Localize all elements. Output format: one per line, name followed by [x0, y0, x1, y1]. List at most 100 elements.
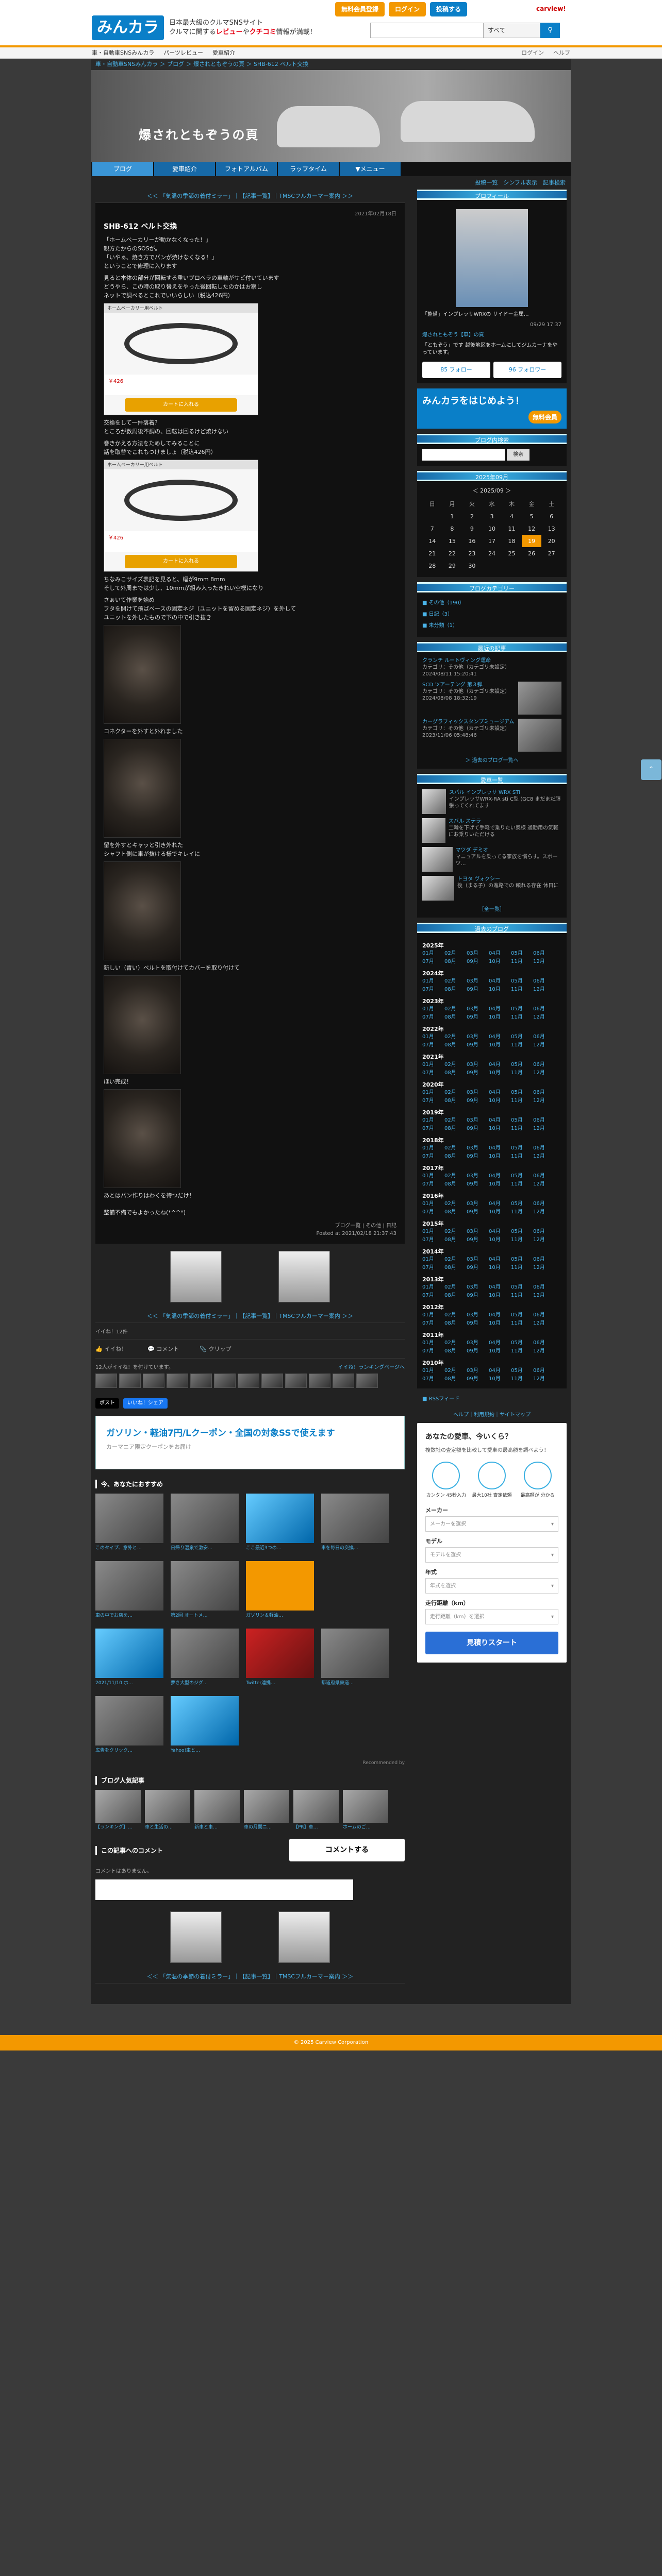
archive-month[interactable]: 07月 — [422, 1041, 444, 1049]
blog-search-input[interactable] — [422, 449, 505, 461]
archive-month[interactable]: 11月 — [511, 986, 533, 994]
archive-month[interactable]: 09月 — [467, 1013, 489, 1022]
recommend-item[interactable] — [321, 1561, 389, 1619]
blog-search-button[interactable]: 検索 — [507, 449, 529, 461]
subnav-item[interactable]: 愛車紹介 — [212, 47, 235, 58]
calendar-day[interactable]: 2 — [462, 510, 482, 522]
archive-month[interactable]: 06月 — [533, 950, 555, 958]
archive-month[interactable]: 01月 — [422, 1172, 444, 1180]
archive-month[interactable]: 09月 — [467, 1069, 489, 1077]
archive-month[interactable]: 02月 — [444, 1256, 467, 1264]
category-item[interactable]: ■ その他（190） — [422, 598, 561, 609]
calendar-day[interactable]: 1 — [442, 510, 462, 522]
archive-month[interactable]: 11月 — [511, 1347, 533, 1355]
calendar-day[interactable]: 23 — [462, 547, 482, 560]
archive-month[interactable]: 08月 — [444, 1236, 467, 1244]
archive-month[interactable]: 06月 — [533, 1144, 555, 1153]
archive-month[interactable]: 03月 — [467, 1061, 489, 1069]
subnav-item[interactable]: パーツレビュー — [163, 47, 203, 58]
subnav-login[interactable]: ログイン — [521, 47, 544, 58]
archive-month[interactable]: 08月 — [444, 1208, 467, 1216]
archive-month[interactable]: 11月 — [511, 958, 533, 966]
coupon-ad[interactable]: ガソリン・軽油7円/Lクーポン・全国の対象SSで使えます カーマニア限定クーポン… — [95, 1416, 405, 1469]
car-title[interactable]: スバル インプレッサ WRX STI — [449, 789, 561, 796]
archive-month[interactable]: 02月 — [444, 1005, 467, 1013]
archive-month[interactable]: 09月 — [467, 1097, 489, 1105]
archive-month[interactable]: 08月 — [444, 1319, 467, 1328]
recommend-item[interactable]: Yahoo!車と… — [171, 1696, 239, 1754]
archive-month[interactable]: 06月 — [533, 1116, 555, 1125]
archive-month[interactable]: 04月 — [489, 1033, 511, 1041]
calendar-day[interactable]: 28 — [422, 560, 442, 572]
archive-month[interactable]: 07月 — [422, 986, 444, 994]
archive-month[interactable]: 11月 — [511, 1125, 533, 1133]
archive-month[interactable]: 10月 — [489, 1292, 511, 1300]
archive-month[interactable]: 05月 — [511, 1283, 533, 1292]
archive-month[interactable]: 04月 — [489, 1089, 511, 1097]
archive-month[interactable]: 12月 — [533, 958, 555, 966]
archive-month[interactable]: 07月 — [422, 1069, 444, 1077]
archive-month[interactable]: 05月 — [511, 1061, 533, 1069]
archive-month[interactable]: 02月 — [444, 1033, 467, 1041]
archive-month[interactable]: 02月 — [444, 1089, 467, 1097]
archive-month[interactable]: 12月 — [533, 1292, 555, 1300]
archive-month[interactable]: 12月 — [533, 1319, 555, 1328]
article-photo[interactable] — [104, 739, 181, 838]
archive-month[interactable]: 11月 — [511, 1208, 533, 1216]
user-avatar[interactable] — [356, 1374, 378, 1388]
article-photo[interactable] — [104, 861, 181, 960]
archive-month[interactable]: 01月 — [422, 1283, 444, 1292]
archive-month[interactable]: 01月 — [422, 1144, 444, 1153]
scroll-top-button[interactable]: ⌃ — [641, 759, 661, 780]
rss-feed-link[interactable]: ■ RSSフィード — [417, 1394, 567, 1405]
calendar-day[interactable]: 13 — [541, 522, 561, 535]
calendar-day[interactable]: 30 — [462, 560, 482, 572]
archive-month[interactable]: 12月 — [533, 1097, 555, 1105]
next-post-link[interactable]: TMSCフルカーマー案内 ＞＞ — [279, 1973, 353, 1980]
user-avatar[interactable] — [95, 1374, 117, 1388]
next-post-thumb[interactable] — [278, 1911, 330, 1963]
archive-month[interactable]: 01月 — [422, 1005, 444, 1013]
archive-month[interactable]: 06月 — [533, 1061, 555, 1069]
archive-month[interactable]: 11月 — [511, 1153, 533, 1161]
archive-month[interactable]: 10月 — [489, 958, 511, 966]
archive-month[interactable]: 09月 — [467, 1180, 489, 1189]
popular-item[interactable]: 車の月間ニ… — [244, 1790, 289, 1831]
archive-month[interactable]: 07月 — [422, 1292, 444, 1300]
tab-car[interactable]: 愛車紹介 — [154, 162, 215, 176]
archive-month[interactable]: 05月 — [511, 1228, 533, 1236]
recent-post-title[interactable]: SCD ツアーテング 第３弾 — [422, 682, 515, 688]
archive-month[interactable]: 10月 — [489, 1180, 511, 1189]
archive-month[interactable]: 01月 — [422, 1089, 444, 1097]
archive-month[interactable]: 02月 — [444, 1172, 467, 1180]
recommend-item[interactable]: 2021/11/10 ホ… — [95, 1629, 163, 1687]
article-photo[interactable] — [104, 1089, 181, 1188]
popular-item[interactable]: ホームのご… — [343, 1790, 388, 1831]
recommend-item[interactable]: 車を毎日の交換… — [321, 1494, 389, 1552]
archive-month[interactable]: 10月 — [489, 986, 511, 994]
car-entry[interactable]: マツダ デミオ マニュアルを乗ってる家族を慣らす。スポーツ… — [422, 847, 561, 872]
maker-select[interactable]: メーカーを選択 — [425, 1516, 558, 1532]
archive-month[interactable]: 10月 — [489, 1375, 511, 1383]
archive-month[interactable]: 04月 — [489, 1339, 511, 1347]
recommend-item[interactable]: 広告をクリック… — [95, 1696, 163, 1754]
archive-month[interactable]: 10月 — [489, 1236, 511, 1244]
blog-tools[interactable]: 投稿一覧 シンプル表示 記事検索 — [91, 176, 571, 190]
car-title[interactable]: トヨタ ヴォクシー — [457, 876, 558, 883]
archive-month[interactable]: 04月 — [489, 1367, 511, 1375]
car-entry[interactable]: スバル インプレッサ WRX STI インプレッサWRX-RA sti C型 (G… — [422, 789, 561, 814]
calendar-day[interactable]: 10 — [482, 522, 502, 535]
archive-month[interactable]: 04月 — [489, 977, 511, 986]
archive-month[interactable]: 06月 — [533, 1283, 555, 1292]
recommend-credit[interactable]: Recommended by — [95, 1760, 405, 1766]
archive-month[interactable]: 08月 — [444, 1125, 467, 1133]
sidebar-footer-links[interactable]: ヘルプ｜利用規約｜サイトマップ — [417, 1410, 567, 1418]
archive-month[interactable]: 01月 — [422, 1228, 444, 1236]
article-photo[interactable] — [104, 625, 181, 724]
archive-month[interactable]: 10月 — [489, 1264, 511, 1272]
archive-month[interactable]: 01月 — [422, 1339, 444, 1347]
carview-logo[interactable]: carview! — [536, 5, 566, 12]
calendar-day[interactable]: 21 — [422, 547, 442, 560]
archive-month[interactable]: 08月 — [444, 958, 467, 966]
archive-month[interactable]: 08月 — [444, 1069, 467, 1077]
